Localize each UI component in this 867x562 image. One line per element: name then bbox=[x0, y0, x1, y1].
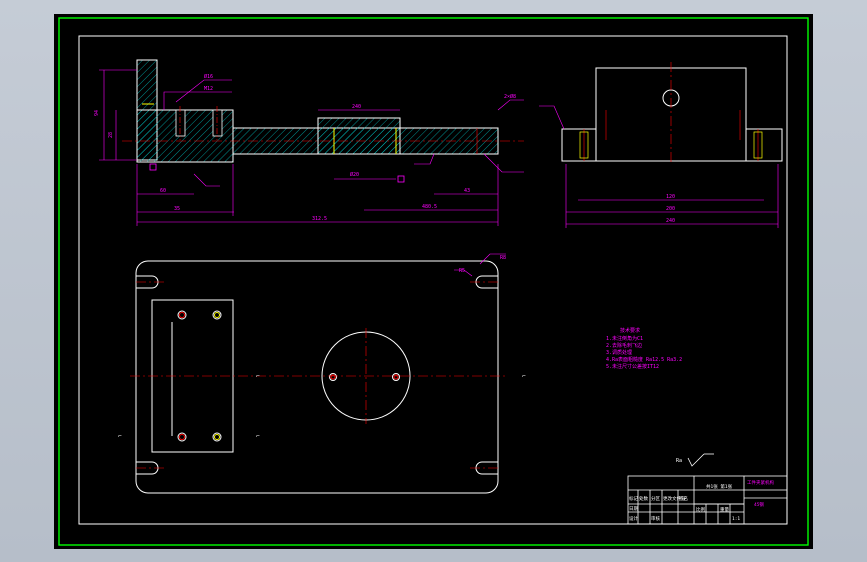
note-4: 4.Ra表面粗糙度 Ra12.5 Ra3.2 bbox=[606, 356, 682, 363]
drawing-canvas: 94 28 60 35 312.5 480.5 43 240 Ø20 M12 Ø… bbox=[58, 17, 809, 546]
technical-notes: 技术要求 1.未注倒角为C1 2.去除毛刺飞边 3.调质处理 4.Ra表面粗糙度… bbox=[606, 327, 682, 370]
dim-2xphi8: 2×Ø8 bbox=[504, 93, 516, 100]
dim-r5: R5 bbox=[459, 268, 465, 274]
dim-28: 28 bbox=[108, 132, 114, 138]
dim-200: 200 bbox=[666, 206, 675, 212]
dim-480-5: 480.5 bbox=[422, 204, 437, 210]
checker-label: 审核 bbox=[651, 515, 660, 522]
note-3: 3.调质处理 bbox=[606, 349, 632, 356]
title-drawing-no: 45钢 bbox=[754, 501, 764, 508]
note-1: 1.未注倒角为C1 bbox=[606, 335, 643, 342]
dim-94: 94 bbox=[94, 110, 100, 116]
designer-label: 设计 bbox=[629, 515, 638, 522]
note-5: 5.未注尺寸公差按IT12 bbox=[606, 363, 659, 370]
cad-viewport[interactable]: 94 28 60 35 312.5 480.5 43 240 Ø20 M12 Ø… bbox=[0, 0, 867, 562]
svg-text:⌐: ⌐ bbox=[522, 373, 526, 380]
dim-312-5: 312.5 bbox=[312, 216, 327, 222]
scale-value: 1:1 bbox=[732, 516, 740, 522]
front-section-view[interactable] bbox=[122, 59, 524, 183]
dim-phi20: Ø20 bbox=[350, 171, 359, 178]
roughness-label: Ra bbox=[676, 458, 682, 464]
note-2: 2.去除毛刺飞边 bbox=[606, 342, 642, 349]
title-sheet: 共1张 第1张 bbox=[706, 483, 733, 490]
plan-view[interactable] bbox=[135, 260, 499, 494]
title-part-name: 工件夹紧机构 bbox=[747, 479, 774, 486]
svg-text:⌐: ⌐ bbox=[118, 433, 122, 440]
row-label-zone: 分区 bbox=[651, 495, 660, 502]
note-title: 技术要求 bbox=[620, 327, 640, 334]
svg-text:⌐: ⌐ bbox=[256, 433, 260, 440]
section-markers: ⌐ ⌐ ⌐ ⌐ bbox=[118, 373, 526, 440]
plan-view-centerlines bbox=[130, 281, 506, 469]
dim-phi16: Ø16 bbox=[204, 73, 213, 80]
dim-240-side: 240 bbox=[666, 218, 675, 224]
row-label-count: 处数 bbox=[639, 495, 648, 502]
row-label-date: 日期 bbox=[629, 506, 638, 512]
dim-120: 120 bbox=[666, 194, 675, 200]
drawing-sheet: 94 28 60 35 312.5 480.5 43 240 Ø20 M12 Ø… bbox=[54, 14, 813, 549]
svg-text:⌐: ⌐ bbox=[256, 373, 260, 380]
side-view-dim-text: 120 200 240 bbox=[666, 194, 675, 224]
dim-60: 60 bbox=[160, 188, 166, 194]
roughness-symbol bbox=[687, 453, 714, 467]
dim-r8: R8 bbox=[500, 255, 506, 261]
weight-label: 重量 bbox=[720, 506, 729, 513]
title-block-text: 工件夹紧机构 45钢 共1张 第1张 标记 处数 分区 更改文件号 签名 日期 … bbox=[629, 479, 774, 522]
row-label-mark: 标记 bbox=[629, 495, 638, 502]
outer-frame bbox=[58, 17, 809, 546]
inner-frame bbox=[78, 35, 788, 525]
scale-label: 比例 bbox=[696, 506, 705, 513]
dim-35: 35 bbox=[174, 206, 180, 212]
row-label-sign: 签名 bbox=[679, 495, 688, 502]
dim-m12: M12 bbox=[204, 86, 213, 92]
side-view-dimensions bbox=[539, 105, 779, 228]
dim-43: 43 bbox=[464, 188, 470, 194]
side-view[interactable] bbox=[561, 62, 783, 164]
plan-view-dim-text: R8 R5 bbox=[459, 255, 506, 274]
dim-240: 240 bbox=[352, 104, 361, 110]
